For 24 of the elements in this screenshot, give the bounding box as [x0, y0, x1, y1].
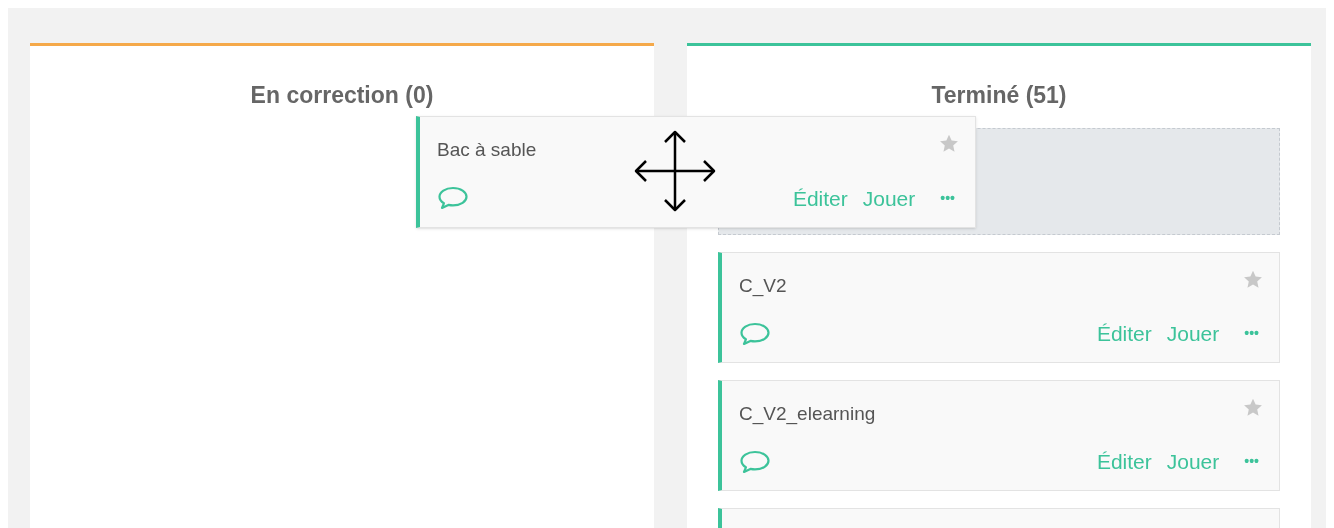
task-card[interactable]: C_V2_elearning Éditer Jouer •••: [718, 379, 1280, 491]
action-link[interactable]: Jouer: [1166, 318, 1220, 350]
comment-icon[interactable]: [437, 186, 469, 211]
comment-icon[interactable]: [739, 321, 771, 346]
column-title: Terminé (51): [930, 81, 1068, 110]
card-title: C_V2: [739, 273, 787, 299]
task-card[interactable]: C_V2 Éditer Jouer •••: [718, 251, 1280, 363]
action-link[interactable]: Jouer: [1166, 446, 1220, 478]
card-title: Bac à sable: [437, 138, 537, 162]
column-title: En correction (0): [249, 81, 435, 110]
star-icon[interactable]: [1243, 269, 1263, 289]
task-card[interactable]: Bac à sable Éditer Jouer •••: [416, 116, 976, 228]
action-link[interactable]: Éditer: [792, 182, 848, 214]
comment-icon[interactable]: [739, 449, 771, 474]
action-link[interactable]: Jouer: [862, 182, 916, 214]
move-cursor-icon: [632, 128, 718, 214]
action-link[interactable]: Éditer: [1096, 318, 1152, 350]
star-icon[interactable]: [1243, 397, 1263, 417]
action-link[interactable]: Éditer: [1096, 446, 1152, 478]
more-link[interactable]: •••: [1244, 323, 1259, 345]
more-link[interactable]: •••: [1244, 451, 1259, 473]
star-icon[interactable]: [939, 134, 959, 153]
more-link[interactable]: •••: [940, 187, 955, 209]
card-title: C_V2_elearning: [739, 401, 876, 427]
